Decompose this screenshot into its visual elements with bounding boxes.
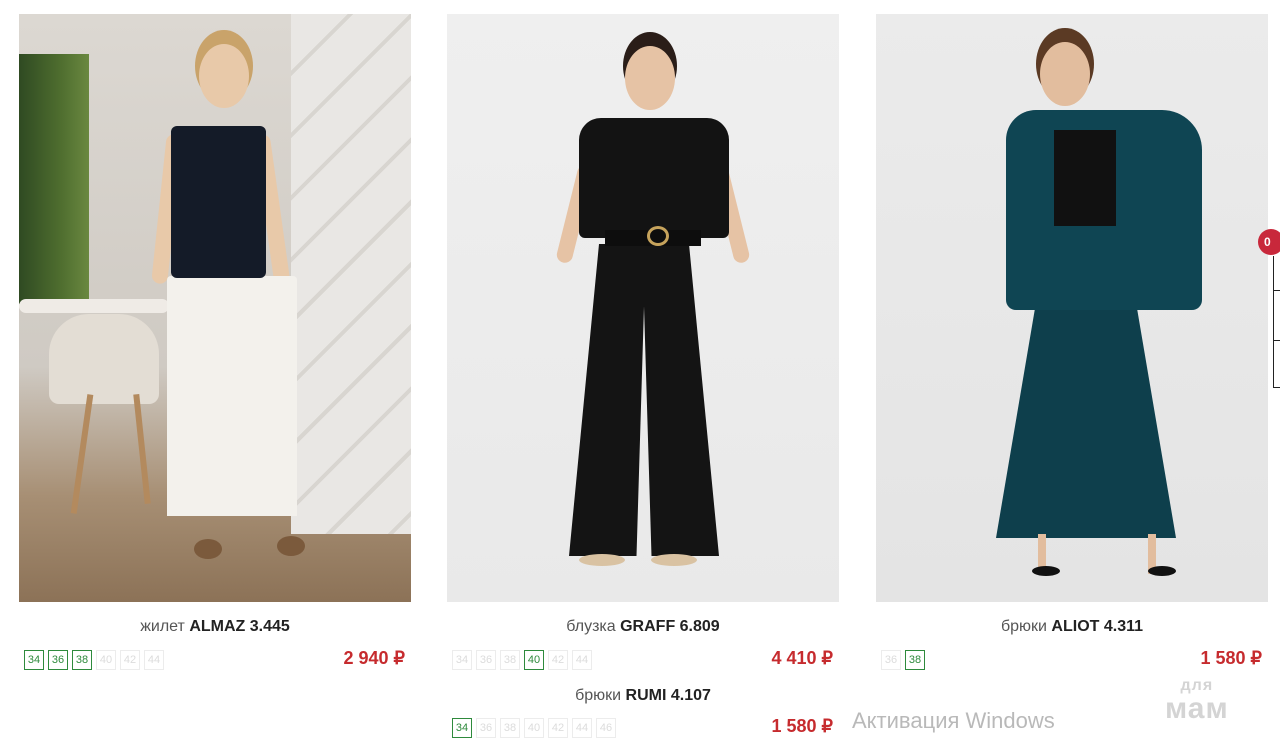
divider <box>1274 290 1280 291</box>
divider <box>1274 340 1280 341</box>
product-type: блузка <box>566 618 616 635</box>
size-option-unavailable: 34 <box>452 650 472 670</box>
product-type: брюки <box>575 687 622 704</box>
logo-line-2: мам <box>1165 692 1229 725</box>
size-list: 36 38 <box>881 650 925 670</box>
size-option-unavailable: 36 <box>476 718 496 738</box>
product-model: ALMAZ 3.445 <box>189 618 290 635</box>
product-price: 4 410 ₽ <box>771 648 834 668</box>
size-option-unavailable: 40 <box>96 650 116 670</box>
size-option-unavailable: 42 <box>120 650 140 670</box>
product-card-graff[interactable]: блузка GRAFF 6.809 34 36 38 40 42 44 4 4… <box>447 14 839 674</box>
size-option-unavailable: 44 <box>144 650 164 670</box>
product-model: ALIOT 4.311 <box>1051 618 1144 635</box>
product-model: RUMI 4.107 <box>625 687 711 704</box>
side-panel[interactable] <box>1273 256 1280 388</box>
size-list: 34 36 38 40 42 44 46 <box>452 718 616 738</box>
size-option-unavailable: 42 <box>548 718 568 738</box>
product-card-almaz[interactable]: жилет ALMAZ 3.445 34 36 38 40 42 44 2 94… <box>19 14 411 674</box>
size-list: 34 36 38 40 42 44 <box>24 650 164 670</box>
size-option-unavailable: 44 <box>572 718 592 738</box>
product-photo[interactable] <box>19 14 411 602</box>
divider <box>1274 387 1280 388</box>
size-list: 34 36 38 40 42 44 <box>452 650 592 670</box>
product-type: брюки <box>1000 618 1047 635</box>
size-option[interactable]: 38 <box>72 650 92 670</box>
product-model: GRAFF 6.809 <box>620 618 720 635</box>
size-option[interactable]: 34 <box>24 650 44 670</box>
product-title[interactable]: брюки RUMI 4.107 <box>447 686 839 706</box>
product-title[interactable]: жилет ALMAZ 3.445 <box>19 617 411 637</box>
size-option[interactable]: 40 <box>524 650 544 670</box>
product-price: 2 940 ₽ <box>343 648 406 668</box>
site-logo: для мам <box>1165 678 1229 724</box>
product-price: 1 580 ₽ <box>1200 648 1263 668</box>
size-option-unavailable: 46 <box>596 718 616 738</box>
size-option-unavailable: 40 <box>524 718 544 738</box>
size-option-unavailable: 42 <box>548 650 568 670</box>
size-option-unavailable: 38 <box>500 650 520 670</box>
product-title[interactable]: брюки ALIOT 4.311 <box>876 617 1268 637</box>
size-option-unavailable: 38 <box>500 718 520 738</box>
product-title[interactable]: блузка GRAFF 6.809 <box>447 617 839 637</box>
size-option[interactable]: 34 <box>452 718 472 738</box>
product-card-aliot[interactable]: брюки ALIOT 4.311 36 38 1 580 ₽ <box>876 14 1268 674</box>
product-photo[interactable] <box>447 14 839 602</box>
size-option-unavailable: 44 <box>572 650 592 670</box>
set-item-rumi[interactable]: брюки RUMI 4.107 34 36 38 40 42 44 46 1 … <box>447 686 839 742</box>
product-price: 1 580 ₽ <box>771 716 834 736</box>
product-photo[interactable] <box>876 14 1268 602</box>
windows-activation-watermark: Активация Windows <box>852 708 1055 733</box>
cart-count-badge[interactable]: 0 <box>1258 229 1280 255</box>
product-grid: жилет ALMAZ 3.445 34 36 38 40 42 44 2 94… <box>0 0 1280 744</box>
size-option[interactable]: 36 <box>48 650 68 670</box>
size-option-unavailable: 36 <box>476 650 496 670</box>
size-option-unavailable: 36 <box>881 650 901 670</box>
product-type: жилет <box>140 618 185 635</box>
size-option[interactable]: 38 <box>905 650 925 670</box>
